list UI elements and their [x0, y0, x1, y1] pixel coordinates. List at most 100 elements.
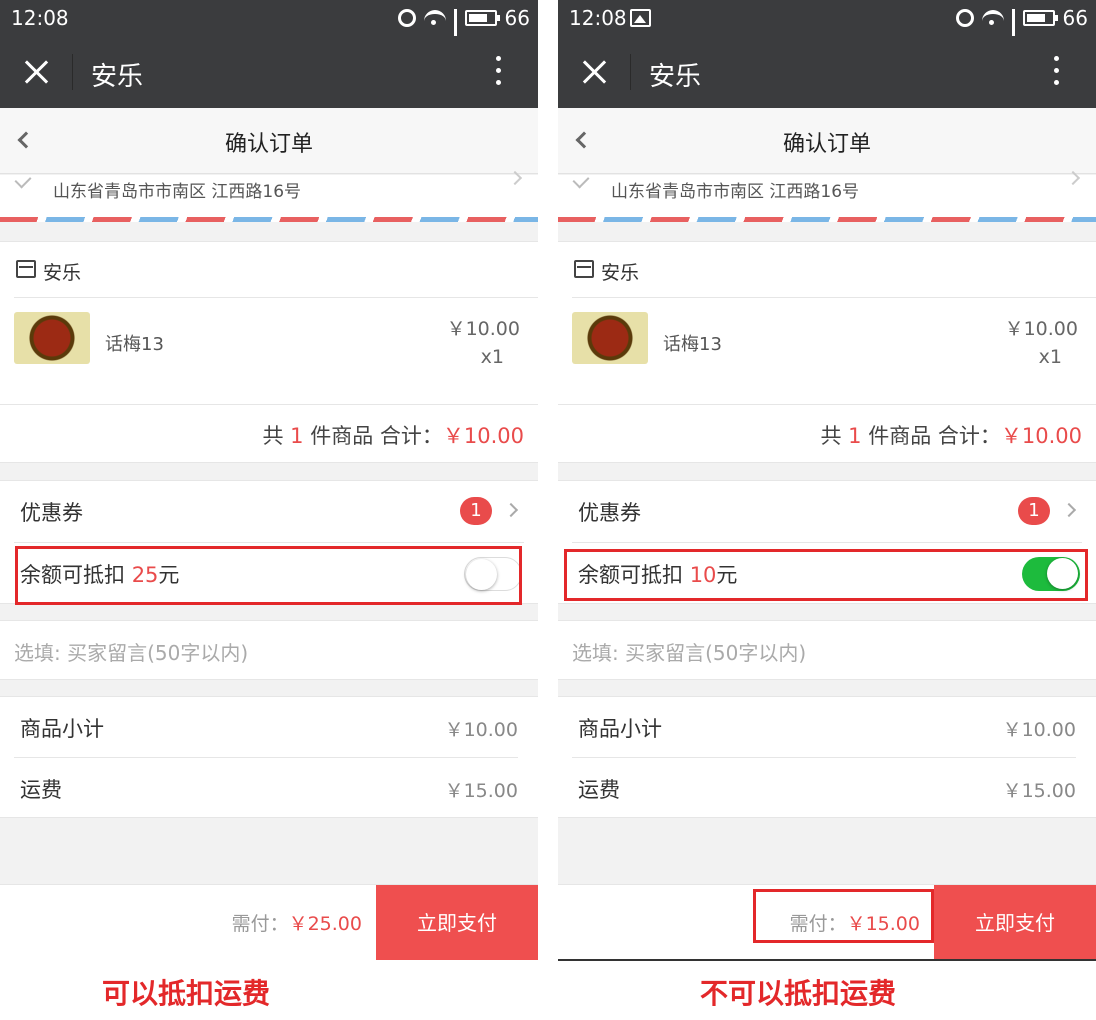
address-stripe: [558, 217, 1096, 222]
shipping-value: ￥15.00: [1002, 780, 1076, 802]
due-label: 需付：: [231, 913, 289, 935]
address-text: 山东省青岛市市南区 江西路16号: [611, 182, 860, 202]
page-title: 确认订单: [224, 132, 313, 157]
summary-middle: 件商品 合计：: [861, 424, 1001, 448]
summary-count: 1: [848, 424, 862, 448]
window-title: 安乐: [91, 62, 144, 92]
window-title: 安乐: [649, 62, 702, 92]
status-time: 12:08: [11, 6, 69, 30]
title-bar: 安乐: [0, 36, 538, 108]
caption-right: 不可以抵扣运费: [700, 977, 897, 1010]
shipping-row: 运费 ￥15.00: [558, 758, 1096, 819]
title-bar: 安乐: [558, 36, 1096, 108]
product-quantity: x1: [1038, 346, 1062, 368]
subtotal-row: 商品小计 ￥10.00: [558, 697, 1096, 758]
battery-icon: [1022, 10, 1058, 26]
location-pin-icon: [14, 171, 32, 189]
coupon-label: 优惠券: [578, 501, 641, 525]
alarm-icon: [955, 9, 974, 27]
location-pin-icon: [572, 171, 590, 189]
costs-card: 商品小计 ￥10.00 运费 ￥15.00: [0, 696, 538, 818]
product-price: ￥10.00: [1004, 318, 1078, 340]
title-divider: [72, 54, 73, 90]
amount-due: 需付：￥25.00: [232, 909, 362, 936]
address-stripe: [0, 217, 538, 222]
subtotal-value: ￥10.00: [444, 719, 518, 741]
phone-screen-left: 12:08 66 安乐 确认订单 山东省青岛市市南区 江西路16号 安乐 话梅1…: [0, 0, 538, 960]
shop-header: 安乐: [0, 242, 538, 297]
subtotal-row: 商品小计 ￥10.00: [0, 697, 538, 758]
pay-now-button[interactable]: 立即支付: [376, 885, 538, 960]
status-time: 12:08: [569, 6, 627, 30]
chevron-right-icon: [1061, 502, 1077, 518]
shipping-value: ￥15.00: [444, 780, 518, 802]
summary-total: ￥10.00: [442, 424, 524, 448]
product-name: 话梅13: [105, 334, 164, 355]
product-thumbnail: [572, 312, 648, 364]
signal-icon: [453, 9, 457, 57]
close-icon[interactable]: [578, 56, 610, 88]
coupon-label: 优惠券: [20, 501, 83, 525]
product-quantity: x1: [480, 346, 504, 368]
shop-name: 安乐: [43, 262, 82, 284]
annotation-box-balance: [564, 549, 1088, 601]
shipping-label: 运费: [578, 778, 620, 802]
subtotal-label: 商品小计: [20, 717, 104, 741]
annotation-box-due: [753, 889, 934, 943]
more-icon[interactable]: [1052, 56, 1060, 88]
subtotal-value: ￥10.00: [1002, 719, 1076, 741]
memo-field[interactable]: 选填: 买家留言(50字以内): [558, 620, 1096, 680]
product-name: 话梅13: [663, 334, 722, 355]
caption-left: 可以抵扣运费: [102, 977, 271, 1010]
shop-icon: [574, 260, 594, 278]
order-summary: 共 1 件商品 合计：￥10.00: [262, 420, 524, 450]
image-icon: [630, 9, 651, 27]
screen-bottom-rule: [558, 959, 1096, 961]
due-amount: ￥25.00: [288, 913, 362, 935]
status-bar: 12:08 66: [0, 0, 538, 57]
annotation-box-balance: [15, 546, 522, 605]
coupon-row[interactable]: 优惠券 1: [558, 481, 1096, 543]
alarm-icon: [397, 9, 416, 27]
coupon-badge: 1: [460, 497, 492, 525]
summary-prefix: 共: [820, 424, 849, 448]
signal-icon: [1011, 9, 1015, 57]
memo-placeholder: 选填: 买家留言(50字以内): [572, 641, 807, 665]
subtotal-label: 商品小计: [578, 717, 662, 741]
wifi-icon: [423, 10, 446, 26]
coupon-row[interactable]: 优惠券 1: [0, 481, 538, 543]
more-icon[interactable]: [494, 56, 502, 88]
address-section[interactable]: 山东省青岛市市南区 江西路16号: [558, 170, 1096, 222]
product-price: ￥10.00: [446, 318, 520, 340]
coupon-badge: 1: [1018, 497, 1050, 525]
page-title: 确认订单: [782, 132, 871, 157]
chevron-right-icon: [503, 502, 519, 518]
shop-card: 安乐 话梅13 ￥10.00 x1 共 1 件商品 合计：￥10.00: [558, 241, 1096, 463]
order-summary: 共 1 件商品 合计：￥10.00: [820, 420, 1082, 450]
title-divider: [630, 54, 631, 90]
summary-total: ￥10.00: [1000, 424, 1082, 448]
summary-count: 1: [290, 424, 304, 448]
battery-level: 66: [504, 6, 530, 30]
summary-middle: 件商品 合计：: [303, 424, 443, 448]
close-icon[interactable]: [20, 56, 52, 88]
pay-now-button[interactable]: 立即支付: [934, 885, 1096, 960]
summary-prefix: 共: [262, 424, 291, 448]
status-bar: 12:08 66: [558, 0, 1096, 57]
battery-icon: [464, 10, 500, 26]
battery-level: 66: [1062, 6, 1088, 30]
costs-card: 商品小计 ￥10.00 运费 ￥15.00: [558, 696, 1096, 818]
wifi-icon: [981, 10, 1004, 26]
address-text: 山东省青岛市市南区 江西路16号: [53, 182, 302, 202]
shipping-row: 运费 ￥15.00: [0, 758, 538, 819]
address-section[interactable]: 山东省青岛市市南区 江西路16号: [0, 170, 538, 222]
shop-card: 安乐 话梅13 ￥10.00 x1 共 1 件商品 合计：￥10.00: [0, 241, 538, 463]
memo-placeholder: 选填: 买家留言(50字以内): [14, 641, 249, 665]
checkout-footer: 需付：￥25.00 立即支付: [0, 884, 538, 960]
shop-name: 安乐: [601, 262, 640, 284]
memo-field[interactable]: 选填: 买家留言(50字以内): [0, 620, 538, 680]
shop-header: 安乐: [558, 242, 1096, 297]
phone-screen-right: 12:08 66 安乐 确认订单 山东省青岛市市南区 江西路16号 安乐 话梅1…: [558, 0, 1096, 960]
product-thumbnail: [14, 312, 90, 364]
nav-bar: 确认订单: [558, 108, 1096, 174]
